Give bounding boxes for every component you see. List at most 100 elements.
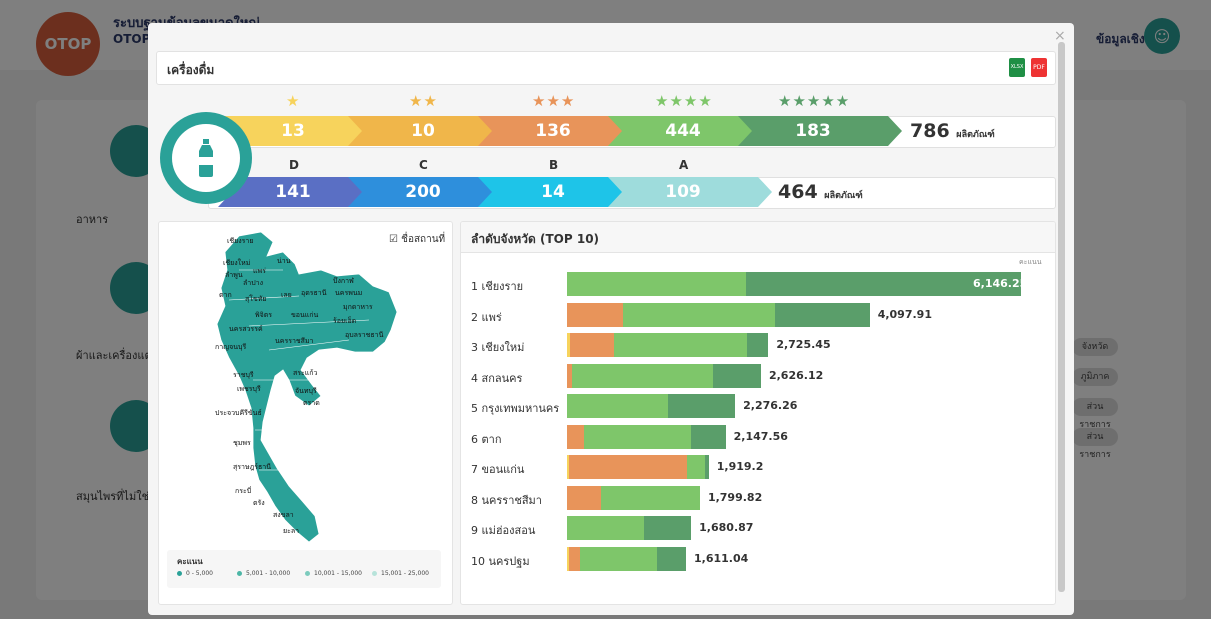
- ranking-value-label: 1,919.2: [716, 460, 764, 473]
- ranking-category-label: 7 ขอนแก่น: [471, 463, 525, 476]
- legend-item: 15,001 - 25,000: [372, 570, 429, 577]
- grade-letter: B: [549, 158, 559, 172]
- ranking-bar-segment[interactable]: [567, 394, 669, 418]
- ranking-category-label: 10 นครปฐม: [471, 554, 530, 568]
- ranking-value-label: 2,725.45: [776, 338, 831, 351]
- ranking-bar-segment[interactable]: [775, 302, 870, 327]
- legend-dot: [372, 571, 377, 576]
- star-level-icons: ★: [286, 92, 301, 110]
- grade-level-segment[interactable]: 14: [478, 177, 642, 207]
- star-level-icons: ★★★★★: [778, 92, 851, 110]
- ranking-category-label: 1 เชียงราย: [471, 280, 524, 293]
- province-label: ตรัง: [253, 499, 265, 507]
- province-label: ยะลา: [283, 527, 300, 535]
- category-badge: [160, 112, 252, 204]
- ranking-bar-segment[interactable]: [668, 394, 736, 418]
- ranking-bar-segment[interactable]: [567, 272, 746, 296]
- ranking-bar-segment[interactable]: [567, 485, 601, 510]
- ranking-category-label: 2 แพร่: [471, 310, 502, 324]
- ranking-bar-segment[interactable]: [567, 302, 624, 327]
- bottle-icon: [199, 139, 213, 177]
- grade-level-segment[interactable]: 200: [348, 177, 512, 207]
- star-level-value: 10: [411, 121, 435, 141]
- grade-letter: D: [289, 158, 299, 172]
- star-level-segment[interactable]: 183: [738, 116, 902, 146]
- star-total-value: 786: [910, 120, 950, 142]
- legend-label: 15,001 - 25,000: [381, 570, 429, 577]
- legend-dot: [177, 571, 182, 576]
- star-total: 786 ผลิตภัณฑ์: [910, 120, 995, 142]
- ranking-bar-segment[interactable]: [567, 516, 644, 540]
- province-label: ราชบุรี: [233, 371, 254, 379]
- pdf-export-icon[interactable]: PDF: [1031, 58, 1047, 77]
- province-label: นครราชสีมา: [275, 337, 314, 345]
- ranking-bar-segment[interactable]: [687, 455, 706, 479]
- ranking-bar-segment[interactable]: [569, 546, 580, 571]
- legend-label: 5,001 - 10,000: [246, 570, 291, 577]
- xlsx-export-icon[interactable]: XLSX: [1009, 58, 1025, 77]
- ranking-category-label: 4 สกลนคร: [471, 371, 523, 385]
- ranking-bar-segment[interactable]: [623, 302, 776, 327]
- province-label: สระแก้ว: [293, 369, 318, 377]
- ranking-value-label: 6,146.25: [973, 277, 1028, 290]
- legend-dot: [237, 571, 242, 576]
- province-label: จันทบุรี: [295, 387, 317, 395]
- ranking-unit: คะแนน: [1019, 258, 1042, 266]
- star-level-segment[interactable]: 136: [478, 116, 642, 146]
- ranking-bar-segment[interactable]: [747, 333, 769, 357]
- ranking-bar-segment[interactable]: [614, 333, 748, 357]
- ranking-bar-segment[interactable]: [713, 363, 761, 388]
- ranking-category-label: 3 เชียงใหม่: [471, 341, 525, 354]
- province-label: ขอนแก่น: [291, 311, 319, 319]
- legend-label: 10,001 - 15,000: [314, 570, 362, 577]
- ranking-bar-segment[interactable]: [579, 546, 658, 571]
- province-label: อุดรธานี: [301, 289, 327, 297]
- ranking-bar-segment[interactable]: [600, 485, 700, 510]
- modal-title-bar: เครื่องดื่ม XLSX PDF: [156, 51, 1056, 85]
- ranking-bar-segment[interactable]: [569, 333, 615, 357]
- province-label: นครพนม: [335, 289, 363, 297]
- modal-title: เครื่องดื่ม: [167, 63, 215, 77]
- ranking-bar-segment[interactable]: [657, 546, 686, 571]
- ranking-value-label: 2,147.56: [733, 429, 788, 443]
- province-label: ประจวบคีรีขันธ์: [215, 409, 262, 417]
- grade-level-value: 14: [541, 182, 565, 202]
- ranking-category-label: 9 แม่ฮ่องสอน: [471, 524, 536, 537]
- map-legend: คะแนน 0 - 5,000 5,001 - 10,000 10,001 - …: [167, 550, 441, 588]
- ranking-bar-segment[interactable]: [583, 424, 692, 449]
- modal-scrollbar[interactable]: [1058, 42, 1065, 592]
- province-label: เพชรบุรี: [237, 385, 261, 393]
- ranking-category-label: 6 ตาก: [471, 432, 502, 446]
- ranking-bar-segment[interactable]: [572, 363, 714, 388]
- grade-letter: A: [679, 158, 689, 172]
- province-label: สงขลา: [273, 511, 294, 519]
- province-label: ตาก: [219, 291, 232, 299]
- grade-letter: C: [419, 158, 428, 172]
- ranking-bar-segment[interactable]: [691, 424, 726, 449]
- ranking-value-label: 1,680.87: [699, 521, 754, 534]
- ranking-title: ลำดับจังหวัด (TOP 10): [471, 232, 600, 246]
- star-level-segment[interactable]: 444: [608, 116, 772, 146]
- province-label: น่าน: [277, 257, 291, 265]
- province-label: อุบลราชธานี: [345, 331, 384, 339]
- star-level-segment[interactable]: 10: [348, 116, 512, 146]
- ranking-bar-segment[interactable]: [705, 455, 709, 479]
- ranking-bar-segment[interactable]: [567, 424, 584, 449]
- province-label: ร้อยเอ็ด: [333, 317, 357, 325]
- ranking-bar-segment[interactable]: [569, 455, 688, 479]
- province-label: กาญจนบุรี: [215, 343, 247, 351]
- grade-total-value: 464: [778, 181, 818, 203]
- grade-level-segment[interactable]: 109: [608, 177, 772, 207]
- legend-item: 5,001 - 10,000: [237, 570, 290, 577]
- star-level-icons: ★★★: [532, 92, 576, 110]
- province-label: เลย: [281, 291, 292, 299]
- ranking-value-label: 1,799.82: [707, 490, 763, 504]
- ranking-value-label: 1,611.04: [694, 551, 749, 565]
- map-panel: ☑ ชื่อสถานที่ เชียงราย เชียงใหม่ น่าน ลำ…: [158, 221, 453, 605]
- star-level-value: 136: [535, 121, 571, 141]
- legend-item: 0 - 5,000: [177, 570, 213, 577]
- ranking-value-label: 2,276.26: [743, 399, 798, 412]
- province-label: ตราด: [303, 399, 320, 407]
- grade-total-unit: ผลิตภัณฑ์: [824, 191, 863, 201]
- ranking-bar-segment[interactable]: [643, 516, 692, 540]
